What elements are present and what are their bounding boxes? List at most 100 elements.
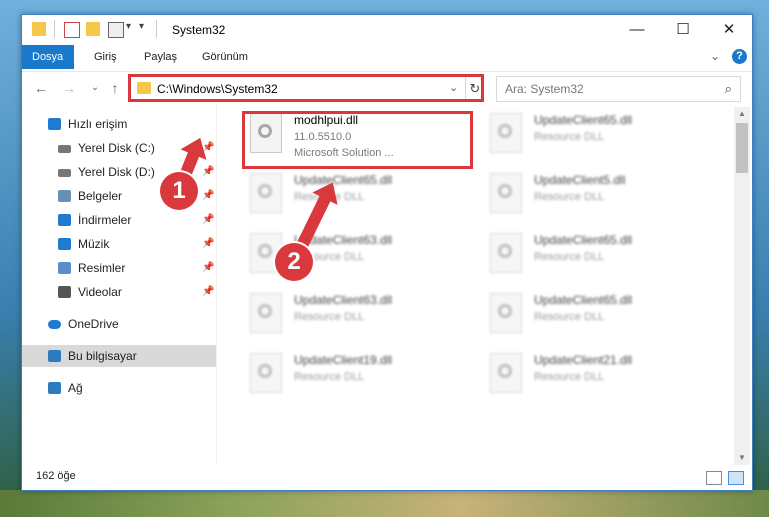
sidebar-item-pictures[interactable]: Resimler 📌 xyxy=(22,257,216,279)
properties-icon[interactable] xyxy=(64,22,80,38)
scroll-thumb[interactable] xyxy=(736,123,748,173)
dll-file-icon xyxy=(250,173,282,213)
minimize-button[interactable]: — xyxy=(614,15,660,45)
sidebar-item-label: Hızlı erişim xyxy=(68,117,128,131)
navigation-bar: ← → ⌄ ↑ C:\Windows\System32 ⌄ ↻ Ara: Sys… xyxy=(22,71,752,104)
up-button[interactable]: ↑ xyxy=(106,79,124,97)
tab-share[interactable]: Paylaş xyxy=(134,45,187,69)
sidebar-item-label: Bu bilgisayar xyxy=(68,349,137,363)
file-item[interactable]: UpdateClient65.dll Resource DLL xyxy=(476,227,706,283)
chevron-down-icon[interactable]: ▾ xyxy=(126,21,131,32)
pin-icon[interactable]: 📌 xyxy=(202,281,214,303)
file-name: UpdateClient65.dll xyxy=(534,233,633,247)
close-button[interactable]: ✕ xyxy=(706,15,752,45)
expand-ribbon-icon[interactable]: ⌄ xyxy=(710,49,720,63)
file-name: UpdateClient63.dll xyxy=(294,293,393,307)
file-description: Resource DLL xyxy=(294,311,365,323)
dll-file-icon xyxy=(250,293,282,333)
file-description: Resource DLL xyxy=(534,251,605,263)
sidebar-item-label: Resimler xyxy=(78,261,126,275)
pin-icon[interactable]: 📌 xyxy=(202,233,214,255)
divider xyxy=(156,20,157,38)
file-item[interactable]: UpdateClient65.dll Resource DLL xyxy=(476,107,706,163)
annotation-badge-1: 1 xyxy=(160,172,198,210)
tab-view[interactable]: Görünüm xyxy=(192,45,258,69)
sidebar-item-label: Yerel Disk (D:) xyxy=(78,165,155,179)
large-icons-view-icon[interactable] xyxy=(728,471,744,485)
sidebar-item-label: Ağ xyxy=(68,381,83,395)
pictures-icon xyxy=(58,262,71,274)
file-item[interactable]: UpdateClient65.dll Resource DLL xyxy=(236,167,466,223)
dll-file-icon xyxy=(490,233,522,273)
title-bar: ▾ ▾ System32 — ☐ ✕ xyxy=(22,15,752,45)
search-icon[interactable]: ⌕ xyxy=(725,81,732,97)
sidebar-item-music[interactable]: Müzik 📌 xyxy=(22,233,216,255)
folder-icon xyxy=(32,22,46,36)
status-bar: 162 öğe xyxy=(22,465,752,489)
dll-file-icon xyxy=(490,353,522,393)
file-name: UpdateClient65.dll xyxy=(534,113,633,127)
forward-button[interactable]: → xyxy=(60,79,78,97)
file-description: Resource DLL xyxy=(534,191,605,203)
back-button[interactable]: ← xyxy=(32,79,50,97)
sidebar-item-label: Müzik xyxy=(78,237,110,251)
dll-file-icon xyxy=(490,113,522,153)
view-options-icon[interactable] xyxy=(108,22,124,38)
annotation-badge-2: 2 xyxy=(275,243,313,281)
sidebar-item-videos[interactable]: Videolar 📌 xyxy=(22,281,216,303)
maximize-button[interactable]: ☐ xyxy=(660,15,706,45)
file-item[interactable]: UpdateClient63.dll Resource DLL xyxy=(236,227,466,283)
file-name: UpdateClient65.dll xyxy=(534,293,633,307)
drive-icon xyxy=(58,169,71,177)
dll-file-icon xyxy=(250,353,282,393)
pin-icon[interactable]: 📌 xyxy=(202,161,214,183)
scroll-down-icon[interactable]: ▼ xyxy=(734,451,750,465)
new-folder-icon[interactable] xyxy=(86,22,100,36)
videos-icon xyxy=(58,286,71,298)
search-box[interactable]: Ara: System32 ⌕ xyxy=(496,76,741,102)
pin-icon[interactable]: 📌 xyxy=(202,185,214,207)
file-description: Resource DLL xyxy=(534,131,605,143)
customize-toolbar-icon[interactable]: ▾ xyxy=(139,21,144,32)
computer-icon xyxy=(48,350,61,362)
file-name: UpdateClient19.dll xyxy=(294,353,393,367)
search-input[interactable]: Ara: System32 xyxy=(505,82,584,96)
downloads-icon xyxy=(58,214,71,226)
sidebar-item-this-pc[interactable]: Bu bilgisayar xyxy=(22,345,216,367)
divider xyxy=(54,20,55,38)
file-item[interactable]: UpdateClient65.dll Resource DLL xyxy=(476,287,706,343)
sidebar-item-network[interactable]: Ağ xyxy=(22,377,216,399)
sidebar-item-label: İndirmeler xyxy=(78,213,132,227)
file-item[interactable]: UpdateClient5.dll Resource DLL xyxy=(476,167,706,223)
ribbon-tabs: Dosya Giriş Paylaş Görünüm ⌄ ? xyxy=(22,45,752,69)
file-description: Resource DLL xyxy=(534,311,605,323)
file-name: UpdateClient5.dll xyxy=(534,173,626,187)
item-count: 162 öğe xyxy=(36,470,76,482)
scroll-up-icon[interactable]: ▲ xyxy=(734,107,750,121)
file-name: UpdateClient21.dll xyxy=(534,353,633,367)
sidebar-item-onedrive[interactable]: OneDrive xyxy=(22,313,216,335)
pin-icon[interactable]: 📌 xyxy=(202,209,214,231)
file-item[interactable]: UpdateClient21.dll Resource DLL xyxy=(476,347,706,403)
vertical-scrollbar[interactable]: ▲ ▼ xyxy=(734,107,750,465)
drive-icon xyxy=(58,145,71,153)
sidebar-item-label: OneDrive xyxy=(68,317,119,331)
tab-home[interactable]: Giriş xyxy=(84,45,127,69)
file-item[interactable]: UpdateClient63.dll Resource DLL xyxy=(236,287,466,343)
documents-icon xyxy=(58,190,71,202)
dll-file-icon xyxy=(490,293,522,333)
file-description: Resource DLL xyxy=(534,371,605,383)
pin-icon[interactable]: 📌 xyxy=(202,257,214,279)
dll-file-icon xyxy=(490,173,522,213)
sidebar-item-downloads[interactable]: İndirmeler 📌 xyxy=(22,209,216,231)
music-icon xyxy=(58,238,71,250)
pane-divider xyxy=(216,105,217,465)
window-title: System32 xyxy=(172,23,226,37)
desktop-background xyxy=(0,490,769,517)
file-item[interactable]: UpdateClient19.dll Resource DLL xyxy=(236,347,466,403)
details-view-icon[interactable] xyxy=(706,471,722,485)
address-highlight-box xyxy=(128,74,484,102)
tab-file[interactable]: Dosya xyxy=(22,45,74,69)
help-icon[interactable]: ? xyxy=(732,49,747,64)
recent-locations-button[interactable]: ⌄ xyxy=(86,79,104,97)
